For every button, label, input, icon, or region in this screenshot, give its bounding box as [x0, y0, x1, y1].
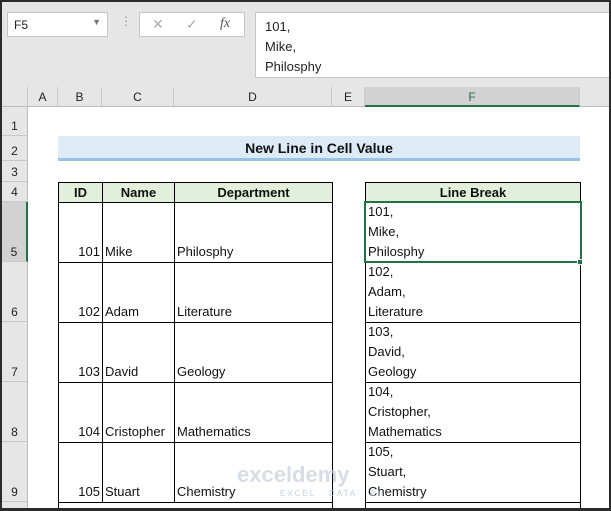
drag-handle-icon[interactable]: ⋮	[120, 14, 132, 28]
line-break-cell[interactable]: 103, David, Geology	[365, 322, 581, 383]
line-break-cell[interactable]: 102, Adam, Literature	[365, 262, 581, 323]
sheet-title: New Line in Cell Value	[58, 136, 580, 161]
id-cell[interactable]: 101	[58, 202, 103, 263]
name-cell[interactable]: Mike	[102, 202, 175, 263]
chevron-down-icon[interactable]: ▼	[92, 17, 101, 27]
excel-window: F5 ▼ ⋮ ✕ ✓ fx 101, Mike, Philosphy ABCDEF…	[2, 2, 609, 508]
row-header-8[interactable]: 8	[2, 382, 28, 442]
line-break-header: Line Break	[365, 182, 581, 203]
row-header-5[interactable]: 5	[2, 202, 28, 262]
id-cell[interactable]: 103	[58, 322, 103, 383]
cancel-icon[interactable]: ✕	[152, 16, 164, 33]
row-header-2[interactable]: 2	[2, 136, 28, 161]
table-header-id: ID	[58, 182, 103, 203]
department-cell[interactable]: Literature	[174, 262, 333, 323]
name-cell[interactable]: Adam	[102, 262, 175, 323]
department-cell[interactable]: Philosphy	[174, 202, 333, 263]
formula-bar-input[interactable]: 101, Mike, Philosphy	[255, 12, 609, 78]
table-header-name: Name	[102, 182, 175, 203]
department-cell[interactable]: Geology	[174, 322, 333, 383]
formula-buttons: ✕ ✓ fx	[139, 12, 245, 37]
empty-row-cell	[365, 502, 581, 508]
column-header-C[interactable]: C	[102, 87, 174, 107]
line-break-cell[interactable]: 105, Stuart, Chemistry	[365, 442, 581, 503]
id-cell[interactable]: 102	[58, 262, 103, 323]
name-cell[interactable]: Stuart	[102, 442, 175, 503]
table-header-department: Department	[174, 182, 333, 203]
id-cell[interactable]: 105	[58, 442, 103, 503]
row-header-6[interactable]: 6	[2, 262, 28, 322]
watermark-tagline: EXCEL · DATA · BI	[280, 489, 382, 498]
insert-function-icon[interactable]: fx	[220, 16, 230, 32]
name-box[interactable]: F5 ▼	[7, 12, 108, 37]
column-header-G[interactable]	[580, 87, 609, 107]
row-header-10[interactable]	[2, 502, 28, 508]
line-break-cell[interactable]: 104, Cristopher, Mathematics	[365, 382, 581, 443]
enter-icon[interactable]: ✓	[186, 16, 198, 33]
row-header-9[interactable]: 9	[2, 442, 28, 502]
fill-handle[interactable]	[577, 259, 583, 265]
name-cell[interactable]: Cristopher	[102, 382, 175, 443]
department-cell[interactable]: Mathematics	[174, 382, 333, 443]
row-header-7[interactable]: 7	[2, 322, 28, 382]
name-box-value: F5	[14, 18, 29, 32]
id-cell[interactable]: 104	[58, 382, 103, 443]
column-header-F[interactable]: F	[365, 87, 580, 107]
line-break-cell[interactable]: 101, Mike, Philosphy	[365, 202, 581, 263]
worksheet-grid[interactable]: A B C D E F 1 2 3 4 5 6 7 8 9 New Line in Cell Value ID N…	[2, 87, 609, 508]
column-header-A[interactable]: A	[28, 87, 58, 107]
column-header-E[interactable]: E	[332, 87, 365, 107]
column-header-B[interactable]: B	[58, 87, 102, 107]
empty-row-cells	[58, 502, 333, 508]
select-all-button[interactable]	[2, 87, 28, 107]
row-header-4[interactable]: 4	[2, 182, 28, 202]
row-header-3[interactable]: 3	[2, 161, 28, 182]
watermark-logo: exceldemy	[237, 462, 350, 487]
name-cell[interactable]: David	[102, 322, 175, 383]
row-header-1[interactable]: 1	[2, 107, 28, 136]
column-header-D[interactable]: D	[174, 87, 332, 107]
